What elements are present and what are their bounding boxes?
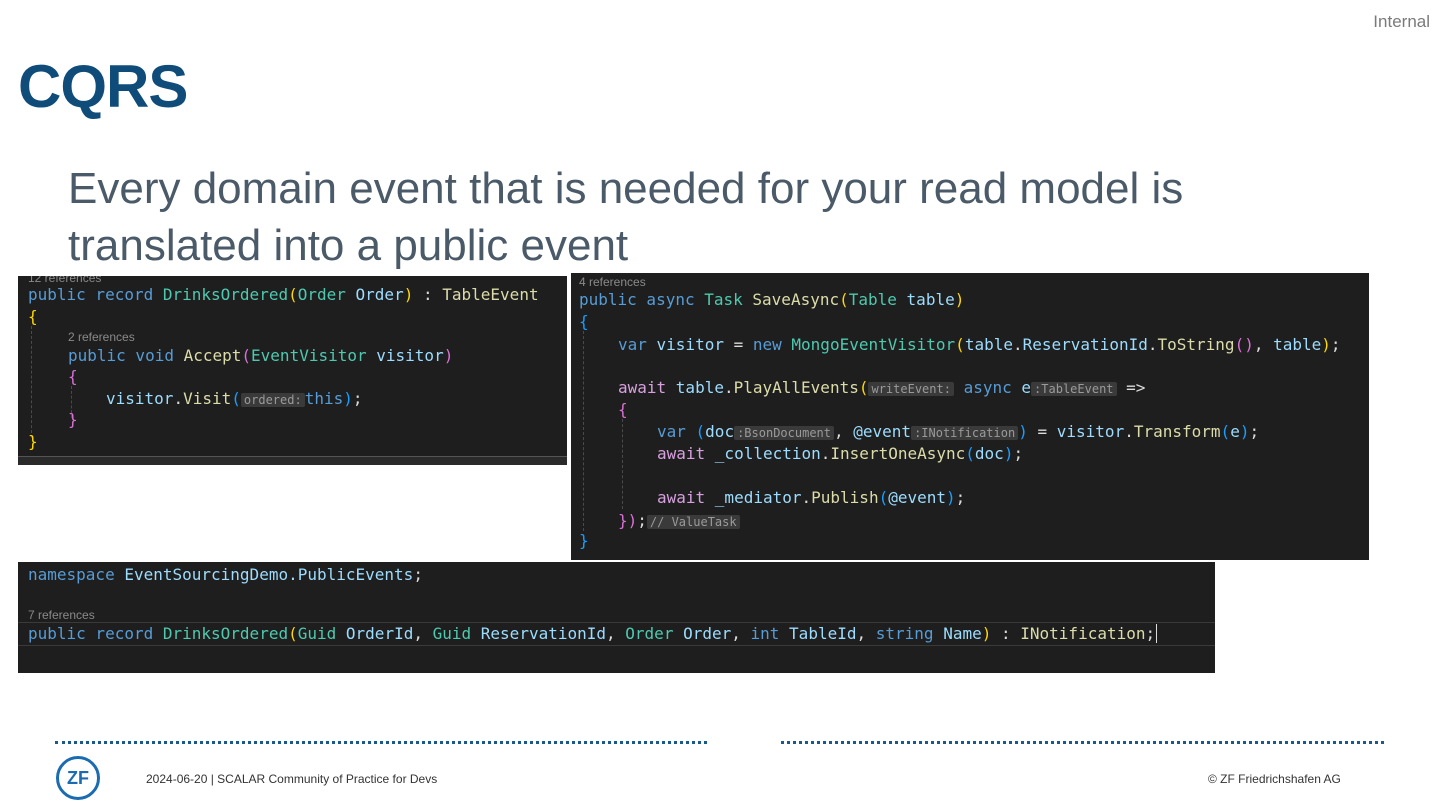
brace-open: { — [28, 307, 38, 326]
code-line: public record DrinksOrdered(Order Order)… — [28, 285, 539, 304]
horizontal-scrollbar[interactable] — [18, 456, 567, 465]
brace-close: } — [579, 531, 589, 550]
code-snippet-public-event: namespace EventSourcingDemo.PublicEvents… — [18, 562, 1215, 673]
code-line: namespace EventSourcingDemo.PublicEvents… — [28, 565, 423, 584]
code-line: public async Task SaveAsync(Table table) — [579, 290, 965, 309]
reference-count: 12 references — [28, 276, 102, 285]
brace-open: { — [68, 367, 78, 386]
slide-title: CQRS — [18, 53, 188, 120]
footer-divider-left — [55, 741, 707, 744]
reference-count: 2 references — [68, 330, 135, 344]
code-line[interactable]: public record DrinksOrdered(Guid OrderId… — [28, 624, 1158, 643]
code-line: var visitor = new MongoEventVisitor(tabl… — [618, 335, 1341, 354]
code-line: await _mediator.Publish(@event); — [657, 488, 966, 507]
brace-close: } — [68, 410, 78, 429]
brace-close: } — [28, 432, 38, 451]
footer-date-event: 2024-06-20 | SCALAR Community of Practic… — [146, 772, 438, 786]
slide-subtitle: Every domain event that is needed for yo… — [68, 164, 1184, 270]
indent-guide — [622, 419, 623, 509]
brace-open: { — [618, 400, 628, 419]
footer-divider-right — [781, 741, 1384, 744]
code-snippet-save-async: 4 references public async Task SaveAsync… — [571, 273, 1369, 560]
code-line: var (doc:BsonDocument, @event:INotificat… — [657, 422, 1260, 441]
code-line: await table.PlayAllEvents(writeEvent: as… — [618, 378, 1146, 397]
zf-logo: ZF — [56, 756, 100, 800]
indent-guide — [31, 326, 32, 438]
footer-copyright: © ZF Friedrichshafen AG — [1208, 772, 1341, 786]
code-snippet-domain-event: 12 references public record DrinksOrdere… — [18, 276, 567, 465]
brace-open: { — [579, 312, 589, 331]
classification-label: Internal — [1373, 12, 1430, 31]
text-cursor — [1156, 624, 1158, 643]
code-line: await _collection.InsertOneAsync(doc); — [657, 444, 1024, 463]
reference-count: 4 references — [579, 275, 646, 289]
reference-count: 7 references — [28, 608, 95, 622]
code-line: });// ValueTask — [618, 511, 740, 530]
code-line: visitor.Visit(ordered: this); — [106, 389, 363, 408]
indent-guide — [583, 331, 584, 531]
code-line: public void Accept(EventVisitor visitor) — [68, 346, 454, 365]
